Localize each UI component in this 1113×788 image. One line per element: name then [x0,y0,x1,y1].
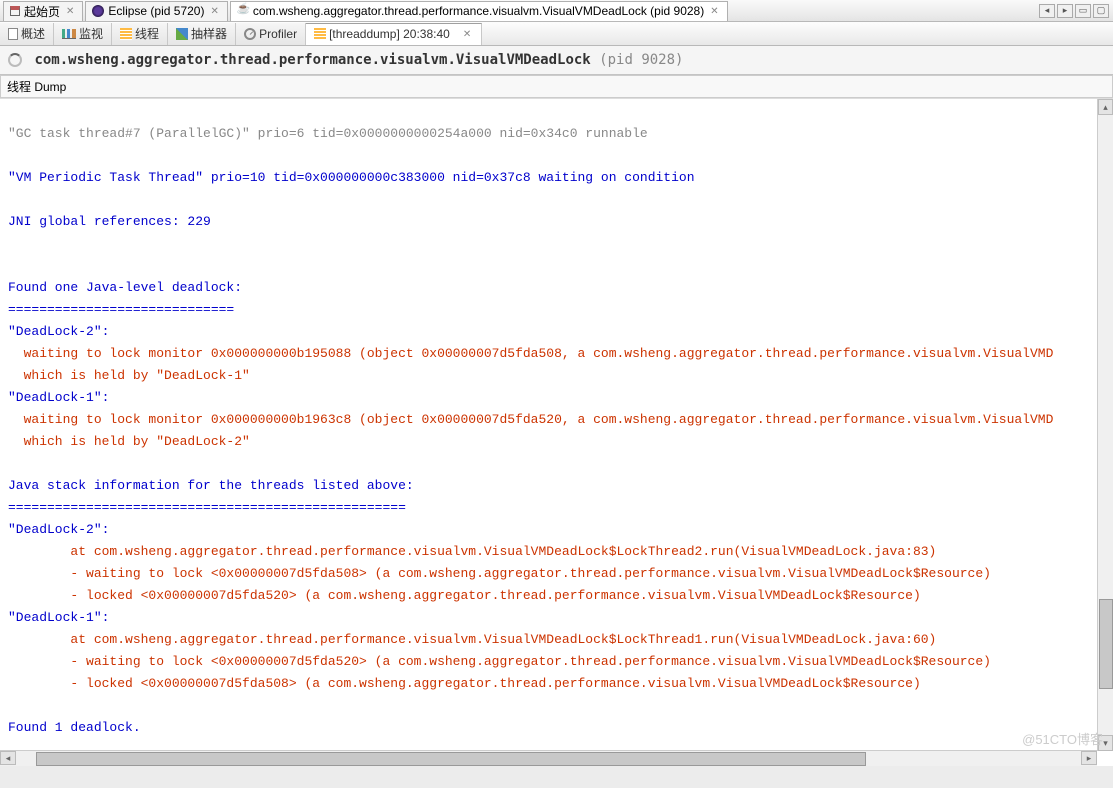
tab-label: 监视 [79,25,103,42]
section-title: 线程 Dump [0,75,1113,98]
close-icon[interactable]: ✕ [64,6,76,17]
scroll-up-button[interactable]: ▴ [1098,99,1113,115]
dump-line: waiting to lock monitor 0x000000000b1950… [8,346,1053,361]
next-button[interactable]: ▸ [1057,4,1073,18]
section-label: 线程 Dump [7,80,66,94]
thread-dump-panel: "GC task thread#7 (ParallelGC)" prio=6 t… [0,98,1113,766]
dump-line: "DeadLock-2": [8,324,109,339]
tab-profiler[interactable]: Profiler [236,23,306,45]
dump-line: ============================= [8,302,234,317]
threaddump-icon [314,28,326,40]
dump-line: "DeadLock-1": [8,610,109,625]
tab-visualvm-deadlock[interactable]: com.wsheng.aggregator.thread.performance… [230,1,728,21]
tab-eclipse[interactable]: Eclipse (pid 5720) ✕ [85,1,227,21]
application-tabs: 起始页 ✕ Eclipse (pid 5720) ✕ com.wsheng.ag… [0,0,1113,22]
overview-icon [8,28,18,40]
page-title: com.wsheng.aggregator.thread.performance… [8,52,1105,68]
tab-label: 起始页 [24,3,60,20]
dump-line: which is held by "DeadLock-1" [8,368,250,383]
dump-line: at com.wsheng.aggregator.thread.performa… [8,544,936,559]
eclipse-icon [92,5,104,17]
java-icon [237,5,249,17]
scroll-thumb[interactable] [1099,599,1113,689]
close-icon[interactable]: ✕ [708,6,720,17]
tab-label: 抽样器 [191,25,227,42]
sampler-icon [176,28,188,40]
tab-threaddump[interactable]: [threaddump] 20:38:40 ✕ [306,23,482,45]
dump-line: - waiting to lock <0x00000007d5fda508> (… [8,566,991,581]
scroll-right-button[interactable]: ▸ [1081,751,1097,765]
vertical-scrollbar[interactable]: ▴ ▾ [1097,99,1113,751]
dump-line: Found one Java-level deadlock: [8,280,242,295]
dump-line: Found 1 deadlock. [8,720,141,735]
tab-label: 线程 [135,25,159,42]
app-class-name: com.wsheng.aggregator.thread.performance… [34,52,590,68]
thread-dump-text[interactable]: "GC task thread#7 (ParallelGC)" prio=6 t… [0,99,1095,749]
view-tabs: 概述 监视 线程 抽样器 Profiler [threaddump] 20:38… [0,22,1113,46]
dump-line: - waiting to lock <0x00000007d5fda520> (… [8,654,991,669]
threads-icon [120,28,132,40]
app-pid: (pid 9028) [599,52,683,68]
dump-line: JNI global references: 229 [8,214,211,229]
prev-button[interactable]: ◂ [1039,4,1055,18]
loading-icon [8,53,22,67]
tab-label: [threaddump] 20:38:40 [329,27,450,41]
tab-label: Eclipse (pid 5720) [108,4,204,18]
window-controls: ◂ ▸ ▭ ▢ [1039,4,1113,18]
dump-line: "DeadLock-1": [8,390,109,405]
tab-label: com.wsheng.aggregator.thread.performance… [253,4,704,18]
page-header: com.wsheng.aggregator.thread.performance… [0,46,1113,75]
tab-threads[interactable]: 线程 [112,23,168,45]
dump-line: - locked <0x00000007d5fda508> (a com.wsh… [8,676,921,691]
tab-label: 概述 [21,25,45,42]
maximize-button[interactable]: ▢ [1093,4,1109,18]
dump-line: which is held by "DeadLock-2" [8,434,250,449]
tab-monitor[interactable]: 监视 [54,23,112,45]
dump-line: ========================================… [8,500,406,515]
scroll-left-button[interactable]: ◂ [0,751,16,765]
dump-line: "DeadLock-2": [8,522,109,537]
home-icon [10,6,20,16]
scroll-thumb[interactable] [36,752,866,766]
profiler-icon [244,28,256,40]
dump-line: "GC task thread#7 (ParallelGC)" prio=6 t… [8,126,648,141]
tab-sampler[interactable]: 抽样器 [168,23,236,45]
dump-line: Java stack information for the threads l… [8,478,414,493]
close-icon[interactable]: ✕ [208,6,220,17]
dump-line: at com.wsheng.aggregator.thread.performa… [8,632,936,647]
dump-line: waiting to lock monitor 0x000000000b1963… [8,412,1053,427]
tab-overview[interactable]: 概述 [0,23,54,45]
dump-line: "VM Periodic Task Thread" prio=10 tid=0x… [8,170,695,185]
tab-start-page[interactable]: 起始页 ✕ [3,1,83,21]
watermark: @51CTO博客 [1022,729,1103,748]
tab-label: Profiler [259,27,297,41]
minimize-button[interactable]: ▭ [1075,4,1091,18]
horizontal-scrollbar[interactable]: ◂ ▸ [0,750,1097,766]
monitor-icon [62,29,76,39]
close-icon[interactable]: ✕ [461,29,473,40]
dump-line: - locked <0x00000007d5fda520> (a com.wsh… [8,588,921,603]
